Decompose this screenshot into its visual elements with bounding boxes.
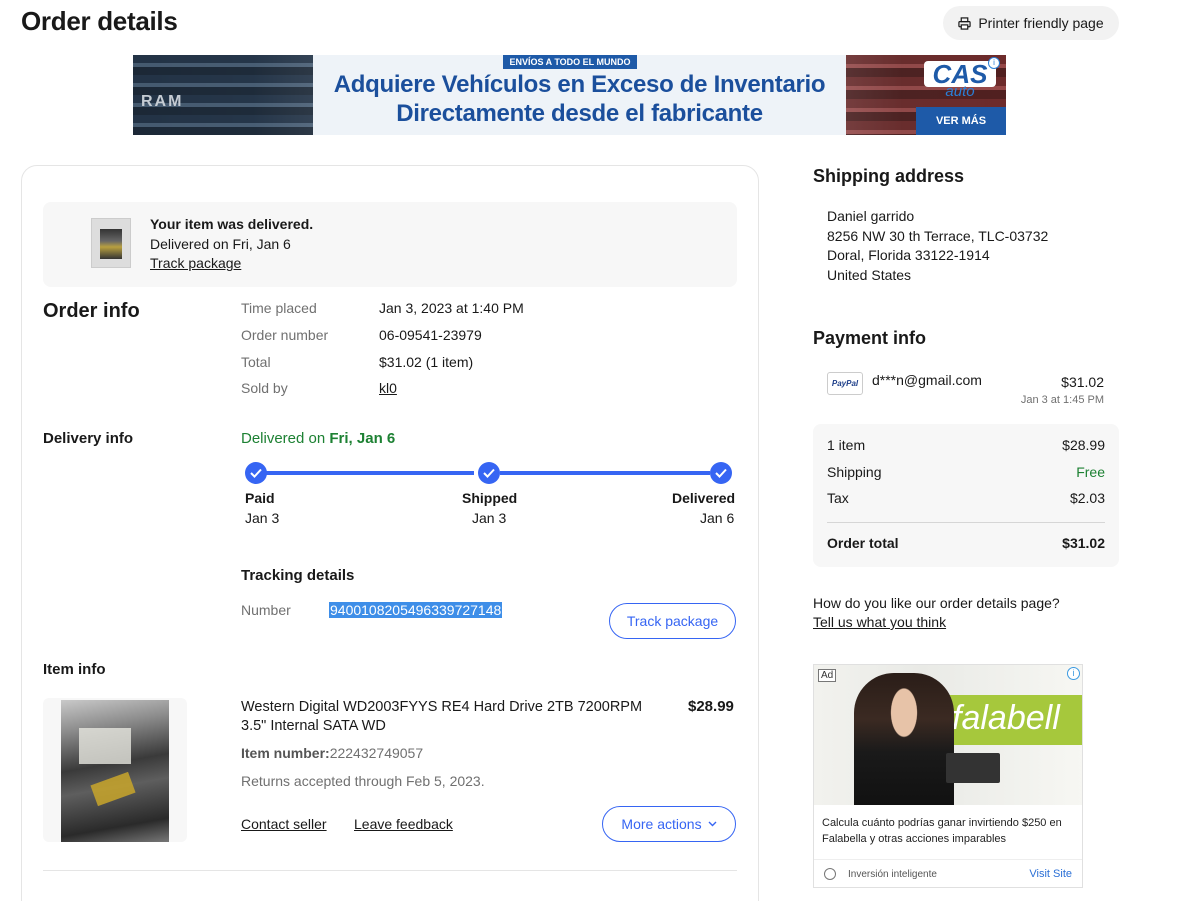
step-paid-date: Jan 3	[245, 510, 280, 526]
sold-by-label: Sold by	[241, 380, 288, 396]
payment-amount: $31.02	[1061, 374, 1104, 390]
printer-icon	[958, 16, 972, 30]
item-info-heading: Item info	[43, 661, 106, 678]
summary-shipping-label: Shipping	[827, 464, 882, 480]
printer-friendly-button[interactable]: Printer friendly page	[943, 6, 1119, 40]
order-details-card: Your item was delivered. Delivered on Fr…	[21, 165, 759, 901]
chevron-down-icon	[708, 821, 717, 827]
tracking-number-label: Number	[241, 602, 291, 618]
summary-divider	[827, 522, 1105, 523]
step-delivered-label: Delivered	[672, 490, 736, 506]
ad-person	[854, 673, 954, 805]
address-street: 8256 NW 30 th Terrace, TLC-03732	[827, 228, 1049, 244]
summary-tax-label: Tax	[827, 490, 849, 506]
item-number-label: Item number:	[241, 745, 330, 761]
banner-ad[interactable]: RAM Adquiere Vehículos en Exceso de Inve…	[133, 55, 1006, 135]
step-paid-label: Paid	[245, 490, 275, 506]
ad-image: falabell	[814, 665, 1082, 805]
delivered-date: Fri, Jan 6	[329, 430, 396, 447]
time-placed-label: Time placed	[241, 300, 317, 316]
side-ad[interactable]: falabell Ad i Calcula cuánto podrías gan…	[813, 664, 1083, 888]
track-package-link[interactable]: Track package	[150, 255, 241, 271]
item-number: Item number:222432749057	[241, 745, 423, 761]
step-shipped-label: Shipped	[462, 490, 518, 506]
tracking-number[interactable]: 9400108205496339727148	[329, 602, 503, 618]
feedback-link[interactable]: Tell us what you think	[813, 614, 946, 630]
item-thumbnail	[91, 218, 131, 268]
delivery-status-box: Your item was delivered. Delivered on Fr…	[43, 202, 737, 287]
ad-label: Ad	[818, 669, 837, 682]
more-actions-button[interactable]: More actions	[602, 806, 736, 842]
step-shipped-check-icon	[478, 462, 500, 484]
step-delivered-date: Jan 6	[700, 510, 735, 526]
order-info-heading: Order info	[43, 300, 140, 322]
track-package-button[interactable]: Track package	[609, 603, 736, 639]
summary-items-row: 1 item $28.99	[827, 437, 1105, 453]
step-paid-check-icon	[245, 462, 267, 484]
page-title: Order details	[21, 6, 178, 36]
ad-info-icon[interactable]: i	[1067, 667, 1080, 680]
step-delivered-check-icon	[710, 462, 732, 484]
step-shipped-date: Jan 3	[472, 510, 507, 526]
summary-shipping-value: Free	[1076, 464, 1105, 480]
item-price: $28.99	[688, 698, 734, 715]
visit-site-link[interactable]: Visit Site	[1029, 868, 1072, 880]
time-placed-value: Jan 3, 2023 at 1:40 PM	[379, 300, 524, 316]
payment-info-heading: Payment info	[813, 328, 927, 348]
item-image[interactable]	[43, 698, 187, 842]
ad-text: Calcula cuánto podrías ganar invirtiendo…	[822, 817, 1062, 845]
status-title: Your item was delivered.	[150, 216, 314, 232]
address-country: United States	[827, 267, 912, 283]
globe-icon	[824, 868, 836, 880]
summary-shipping-row: Shipping Free	[827, 464, 1105, 480]
seller-link[interactable]: kl0	[379, 380, 397, 396]
status-date: Delivered on Fri, Jan 6	[150, 236, 291, 252]
address-city: Doral, Florida 33122-1914	[827, 247, 990, 263]
summary-items-label: 1 item	[827, 437, 866, 453]
banner-headline-2: Directamente desde el fabricante	[396, 100, 763, 127]
order-summary: 1 item $28.99 Shipping Free Tax $2.03 Order…	[813, 424, 1119, 567]
item-number-value: 222432749057	[329, 745, 424, 761]
summary-total-row: Order total $31.02	[827, 535, 1105, 551]
order-number-label: Order number	[241, 327, 329, 343]
total-label: Total	[241, 354, 271, 370]
delivery-info-heading: Delivery info	[43, 430, 134, 447]
delivered-status: Delivered on Fri, Jan 6	[241, 430, 395, 447]
progress-segment-1	[266, 471, 474, 475]
cas-auto-logo: CAS auto	[924, 61, 996, 107]
address-name: Daniel garrido	[827, 208, 915, 224]
item-title-link[interactable]: Western Digital WD2003FYYS RE4 Hard Driv…	[241, 698, 671, 736]
summary-total-label: Order total	[827, 535, 899, 551]
summary-tax-row: Tax $2.03	[827, 490, 1105, 506]
tracking-details-heading: Tracking details	[241, 567, 355, 584]
ad-laptop	[946, 753, 1000, 783]
feedback-question: How do you like our order details page?	[813, 595, 1060, 611]
delivered-prefix: Delivered on	[241, 430, 330, 447]
ad-footer: Inversión inteligente Visit Site	[814, 859, 1082, 887]
contact-seller-link[interactable]: Contact seller	[241, 816, 327, 832]
more-actions-label: More actions	[621, 816, 702, 832]
summary-items-value: $28.99	[1062, 437, 1105, 453]
banner-cta-button[interactable]: VER MÁS	[916, 107, 1006, 135]
progress-segment-2	[500, 471, 710, 475]
returns-policy: Returns accepted through Feb 5, 2023.	[241, 773, 485, 789]
total-value: $31.02 (1 item)	[379, 354, 474, 370]
ad-source: Inversión inteligente	[848, 869, 937, 880]
paypal-icon: PayPal	[827, 372, 863, 395]
section-divider	[43, 870, 737, 871]
leave-feedback-link[interactable]: Leave feedback	[354, 816, 453, 832]
payment-date: Jan 3 at 1:45 PM	[1020, 394, 1104, 406]
order-number-value: 06-09541-23979	[379, 327, 482, 343]
ad-brand: falabell	[944, 695, 1082, 745]
banner-strip: ENVÍOS A TODO EL MUNDO	[503, 55, 637, 69]
shipping-address-heading: Shipping address	[813, 166, 965, 186]
printer-friendly-label: Printer friendly page	[978, 15, 1104, 31]
summary-tax-value: $2.03	[1069, 490, 1105, 506]
payment-email: d***n@gmail.com	[872, 372, 982, 388]
adchoices-icon[interactable]: i	[988, 57, 1000, 69]
truck-badge: RAM	[141, 93, 184, 110]
summary-total-value: $31.02	[1062, 535, 1105, 551]
banner-headline-1: Adquiere Vehículos en Exceso de Inventar…	[333, 71, 826, 98]
truck-image-left: RAM	[133, 55, 323, 135]
